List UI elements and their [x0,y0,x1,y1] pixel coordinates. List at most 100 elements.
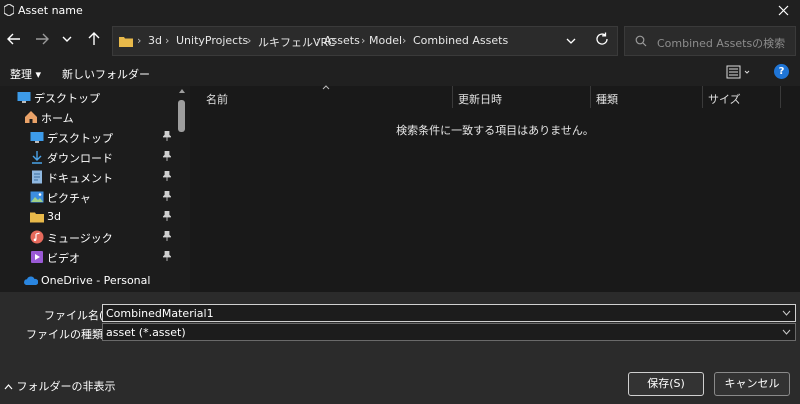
view-options-button[interactable] [726,64,752,83]
column-header-label: 名前 [206,93,228,106]
document-icon [32,170,42,184]
new-folder-button[interactable]: 新しいフォルダー [62,66,150,82]
back-button[interactable] [6,31,26,51]
sidebar-item-desktop-pinned[interactable]: デスクトップ [30,128,174,146]
pin-icon [163,211,171,221]
sidebar-item-pictures[interactable]: ピクチャ [30,188,174,206]
breadcrumb-segment[interactable]: Combined Assets [413,34,508,47]
column-header-type[interactable]: 種類 [590,86,702,108]
close-button[interactable] [766,0,800,22]
scroll-up-icon[interactable] [178,88,186,94]
pin-icon [163,131,171,141]
folder-icon [30,212,44,223]
arrow-left-icon [7,33,20,45]
chevron-down-icon[interactable] [782,310,791,316]
folder-icon [119,37,133,47]
column-header-label: 種類 [596,93,618,106]
filetype-select[interactable]: asset (*.asset) [102,323,796,341]
column-divider[interactable] [780,86,781,108]
pin-icon [163,191,171,201]
breadcrumb-segment[interactable]: Model [369,34,402,47]
onedrive-icon [24,276,38,285]
column-header-label: サイズ [708,93,741,106]
filename-value: CombinedMaterial1 [106,307,214,320]
breadcrumb-separator: › [137,34,142,47]
chevron-down-icon[interactable] [565,35,577,47]
sidebar-item-label: ミュージック [47,232,113,245]
video-icon [31,251,43,263]
sidebar-item-downloads[interactable]: ダウンロード [30,148,174,166]
sidebar-item-videos[interactable]: ビデオ [30,248,174,266]
sidebar-item-label: 3d [47,210,61,223]
breadcrumb-separator: › [165,34,170,47]
sidebar-item-documents[interactable]: ドキュメント [30,168,174,186]
sidebar-item-label: デスクトップ [47,132,113,145]
cancel-button[interactable]: キャンセル [714,372,790,396]
command-bar: 整理 ▾ 新しいフォルダー ? [0,60,800,86]
refresh-icon[interactable] [594,31,610,47]
organize-button[interactable]: 整理 ▾ [10,66,41,82]
home-icon [25,111,37,123]
download-icon [32,151,42,164]
sidebar-item-3d[interactable]: 3d [30,208,174,226]
sort-ascending-icon [322,85,330,90]
recent-locations-button[interactable] [60,31,80,51]
empty-folder-message: 検索条件に一致する項目はありません。 [396,124,594,137]
column-header-label: 更新日時 [458,93,502,106]
help-icon[interactable]: ? [774,64,789,79]
music-icon [30,230,44,244]
column-header-size[interactable]: サイズ [702,86,780,108]
column-header-name[interactable]: 名前 [200,85,452,108]
sidebar-item-music[interactable]: ミュージック [30,228,174,246]
window-title: Asset name [18,4,83,17]
chevron-down-icon[interactable] [782,329,791,335]
navigation-bar: › 3d › UnityProjects › ルキフェルVRC › Assets… [0,22,800,60]
breadcrumb-separator: › [402,34,407,47]
save-button[interactable]: 保存(S) [628,372,704,396]
filename-input[interactable]: CombinedMaterial1 [102,304,796,322]
sidebar-item-label: ビデオ [47,252,80,265]
column-header-modified[interactable]: 更新日時 [452,86,590,108]
chevron-up-icon [4,384,13,390]
title-bar: Asset name [0,0,800,22]
search-input[interactable]: Combined Assetsの検索 [624,26,796,56]
save-dialog-footer: ファイル名(N): CombinedMaterial1 ファイルの種類(T): … [0,292,800,404]
breadcrumb-separator: › [247,34,252,47]
navigation-pane: デスクトップ ホーム デスクトップ ダウンロード ドキュメント ピクチャ 3d … [0,86,190,292]
scrollbar-thumb[interactable] [178,100,185,132]
pin-icon [163,171,171,181]
pictures-icon [30,191,44,203]
sidebar-item-label: OneDrive - Personal [41,274,151,287]
hide-folders-label: フォルダーの非表示 [16,380,116,393]
chevron-down-icon [62,36,72,42]
list-view-icon [726,65,750,79]
arrow-up-icon [88,32,100,45]
sidebar-item-label: ピクチャ [47,192,91,205]
desktop-icon [30,132,44,143]
desktop-icon [17,92,31,103]
close-icon [778,5,789,16]
breadcrumb-segment[interactable]: UnityProjects [176,34,248,47]
filetype-value: asset (*.asset) [106,326,186,339]
pin-icon [163,251,171,261]
file-list[interactable]: 名前 更新日時 種類 サイズ 検索条件に一致する項目はありません。 [190,85,800,292]
sidebar-item-label: ドキュメント [47,172,113,185]
navigation-scrollbar[interactable] [176,86,188,292]
sidebar-item-label: デスクトップ [34,92,100,105]
unity-icon [4,4,14,16]
breadcrumb-separator: › [361,34,366,47]
address-bar[interactable]: › 3d › UnityProjects › ルキフェルVRC › Assets… [112,26,618,56]
search-icon [635,35,647,47]
hide-folders-toggle[interactable]: フォルダーの非表示 [4,378,116,394]
pin-icon [163,151,171,161]
up-button[interactable] [86,31,106,51]
breadcrumb-segment[interactable]: 3d [148,34,162,47]
breadcrumb-separator: › [316,34,321,47]
breadcrumb-segment[interactable]: Assets [324,34,360,47]
search-placeholder: Combined Assetsの検索 [657,37,786,50]
sidebar-item-label: ダウンロード [47,152,113,165]
pin-icon [163,231,171,241]
arrow-right-icon [36,33,49,45]
forward-button[interactable] [34,31,54,51]
sidebar-item-label: ホーム [41,112,74,125]
